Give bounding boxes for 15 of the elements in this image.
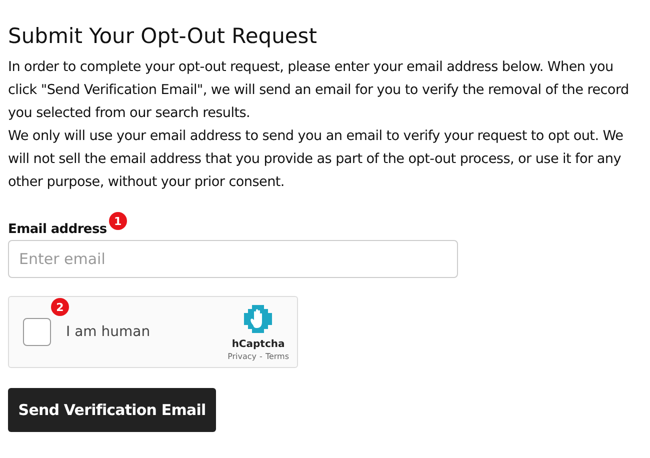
checkbox[interactable] bbox=[23, 318, 51, 346]
paragraph: We only will use your email address to send you an email to verify your request to opt out. We will not sell the email address that you provide as part of the opt-out process, or use it for any other purpose, without your prior consent. bbox=[8, 127, 624, 192]
brand-name: hCaptcha bbox=[232, 339, 285, 350]
link-separator: - bbox=[260, 352, 262, 361]
page-title: Submit Your Opt-Out Request bbox=[8, 24, 318, 48]
email-field[interactable]: Enter email bbox=[8, 240, 458, 278]
annotation-badge: 2 bbox=[51, 298, 69, 316]
hand-logo-icon bbox=[242, 303, 274, 335]
terms-link[interactable]: Terms bbox=[265, 352, 289, 361]
privacy-link[interactable]: Privacy bbox=[228, 352, 257, 361]
field-label: Email address bbox=[8, 222, 107, 237]
send-verification-button[interactable]: Send Verification Email bbox=[8, 388, 216, 432]
checkbox-label: I am human bbox=[66, 324, 150, 340]
paragraph: In order to complete your opt-out request, please enter your email address below. When you click "Send Verification Email", we will send an email for you to verify the removal of the record you selected from our search results. bbox=[8, 58, 630, 123]
annotation-badge: 1 bbox=[108, 212, 127, 230]
